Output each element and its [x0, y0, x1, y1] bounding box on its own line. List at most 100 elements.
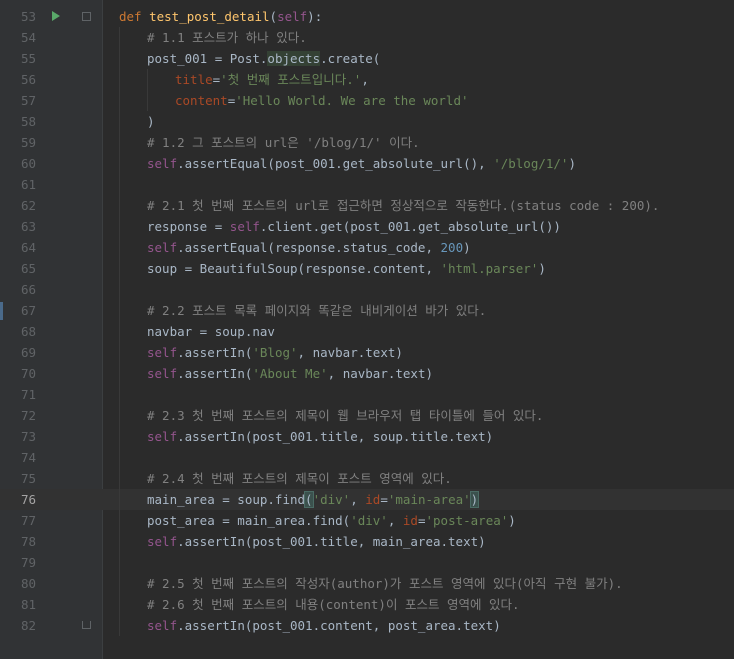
- code-text[interactable]: # 2.6 첫 번째 포스트의 내용(content)이 포스트 영역에 있다.: [103, 594, 734, 615]
- code-line[interactable]: 53 def test_post_detail(self):: [0, 6, 734, 27]
- run-test-icon[interactable]: [52, 11, 60, 21]
- code-line[interactable]: 82 self.assertIn(post_001.content, post_a…: [0, 615, 734, 636]
- code-line[interactable]: 80 # 2.5 첫 번째 포스트의 작성자(author)가 포스트 영역에 있…: [0, 573, 734, 594]
- code-line[interactable]: 70 self.assertIn('About Me', navbar.text): [0, 363, 734, 384]
- code-line[interactable]: 72 # 2.3 첫 번째 포스트의 제목이 웹 브라우저 탭 타이틀에 들어 있…: [0, 405, 734, 426]
- code-editor[interactable]: 53 def test_post_detail(self): 54 # 1.1 포스트…: [0, 0, 734, 659]
- line-number[interactable]: 75: [0, 468, 36, 489]
- code-line[interactable]: 64 self.assertEqual(response.status_code,…: [0, 237, 734, 258]
- code-line[interactable]: 57 content='Hello World. We are the world…: [0, 90, 734, 111]
- code-text[interactable]: main_area = soup.find('div', id='main-ar…: [103, 489, 734, 510]
- code-line[interactable]: 71: [0, 384, 734, 405]
- code-text[interactable]: content='Hello World. We are the world': [103, 90, 734, 111]
- line-number[interactable]: 74: [0, 447, 36, 468]
- code-line[interactable]: 78 self.assertIn(post_001.title, main_are…: [0, 531, 734, 552]
- code-text[interactable]: soup = BeautifulSoup(response.content, '…: [103, 258, 734, 279]
- code-line[interactable]: 69 self.assertIn('Blog', navbar.text): [0, 342, 734, 363]
- line-number[interactable]: 73: [0, 426, 36, 447]
- code-text[interactable]: self.assertIn(post_001.title, soup.title…: [103, 426, 734, 447]
- code-line[interactable]: 55 post_001 = Post.objects.create(: [0, 48, 734, 69]
- line-number[interactable]: 55: [0, 48, 36, 69]
- line-number[interactable]: 67: [0, 300, 36, 321]
- code-line[interactable]: 76 main_area = soup.find('div', id='main-…: [0, 489, 734, 510]
- code-text[interactable]: # 2.1 첫 번째 포스트의 url로 접근하면 정상적으로 작동한다.(st…: [103, 195, 734, 216]
- code-text[interactable]: self.assertEqual(response.status_code, 2…: [103, 237, 734, 258]
- code-text[interactable]: self.assertIn(post_001.content, post_are…: [103, 615, 734, 636]
- code-text[interactable]: # 2.3 첫 번째 포스트의 제목이 웹 브라우저 탭 타이틀에 들어 있다.: [103, 405, 734, 426]
- code-token: 200: [440, 240, 464, 255]
- code-line[interactable]: 66: [0, 279, 734, 300]
- code-text[interactable]: response = self.client.get(post_001.get_…: [103, 216, 734, 237]
- code-text[interactable]: post_area = main_area.find('div', id='po…: [103, 510, 734, 531]
- line-number[interactable]: 81: [0, 594, 36, 615]
- code-text[interactable]: self.assertIn('Blog', navbar.text): [103, 342, 734, 363]
- code-text[interactable]: title='첫 번째 포스트입니다.',: [103, 69, 734, 90]
- code-line[interactable]: 58): [0, 111, 734, 132]
- line-number[interactable]: 56: [0, 69, 36, 90]
- code-line[interactable]: 61: [0, 174, 734, 195]
- line-number[interactable]: 53: [0, 6, 36, 27]
- line-number[interactable]: 60: [0, 153, 36, 174]
- code-line[interactable]: 63 response = self.client.get(post_001.ge…: [0, 216, 734, 237]
- line-number[interactable]: 69: [0, 342, 36, 363]
- code-text[interactable]: # 2.2 포스트 목록 페이지와 똑같은 내비게이션 바가 있다.: [103, 300, 734, 321]
- code-text[interactable]: # 1.2 그 포스트의 url은 '/blog/1/' 이다.: [103, 132, 734, 153]
- code-text[interactable]: [103, 279, 734, 300]
- line-number[interactable]: 71: [0, 384, 36, 405]
- code-line[interactable]: 54 # 1.1 포스트가 하나 있다.: [0, 27, 734, 48]
- code-text[interactable]: self.assertIn('About Me', navbar.text): [103, 363, 734, 384]
- line-number[interactable]: 78: [0, 531, 36, 552]
- line-number[interactable]: 61: [0, 174, 36, 195]
- line-number[interactable]: 82: [0, 615, 36, 636]
- line-number[interactable]: 59: [0, 132, 36, 153]
- line-number[interactable]: 65: [0, 258, 36, 279]
- code-line[interactable]: 74: [0, 447, 734, 468]
- code-text[interactable]: def test_post_detail(self):: [103, 6, 734, 27]
- line-number[interactable]: 57: [0, 90, 36, 111]
- code-text[interactable]: navbar = soup.nav: [103, 321, 734, 342]
- line-number[interactable]: 79: [0, 552, 36, 573]
- code-text[interactable]: ): [103, 111, 734, 132]
- line-number[interactable]: 58: [0, 111, 36, 132]
- line-number[interactable]: 70: [0, 363, 36, 384]
- code-text[interactable]: self.assertEqual(post_001.get_absolute_u…: [103, 153, 734, 174]
- code-text[interactable]: [103, 447, 734, 468]
- code-text[interactable]: # 1.1 포스트가 하나 있다.: [103, 27, 734, 48]
- code-line[interactable]: 77 post_area = main_area.find('div', id='…: [0, 510, 734, 531]
- code-token: 'html.parser': [440, 261, 539, 276]
- code-line[interactable]: 62 # 2.1 첫 번째 포스트의 url로 접근하면 정상적으로 작동한다.(…: [0, 195, 734, 216]
- line-number[interactable]: 68: [0, 321, 36, 342]
- code-text[interactable]: [103, 384, 734, 405]
- line-number[interactable]: 77: [0, 510, 36, 531]
- code-token: test_post_detail: [149, 9, 270, 24]
- code-token: navbar = soup.nav: [147, 324, 275, 339]
- line-number[interactable]: 54: [0, 27, 36, 48]
- code-line[interactable]: 75 # 2.4 첫 번째 포스트의 제목이 포스트 영역에 있다.: [0, 468, 734, 489]
- code-text[interactable]: self.assertIn(post_001.title, main_area.…: [103, 531, 734, 552]
- line-number[interactable]: 80: [0, 573, 36, 594]
- fold-icon[interactable]: [82, 12, 91, 21]
- line-number[interactable]: 72: [0, 405, 36, 426]
- code-text[interactable]: # 2.4 첫 번째 포스트의 제목이 포스트 영역에 있다.: [103, 468, 734, 489]
- line-number[interactable]: 66: [0, 279, 36, 300]
- line-number[interactable]: 64: [0, 237, 36, 258]
- code-line[interactable]: 60 self.assertEqual(post_001.get_absolute…: [0, 153, 734, 174]
- code-text[interactable]: post_001 = Post.objects.create(: [103, 48, 734, 69]
- code-line[interactable]: 59 # 1.2 그 포스트의 url은 '/blog/1/' 이다.: [0, 132, 734, 153]
- fold-end-icon[interactable]: [82, 621, 91, 629]
- code-text[interactable]: [103, 552, 734, 573]
- line-number[interactable]: 76: [0, 489, 36, 510]
- code-token: post_001 = Post.: [147, 51, 268, 66]
- code-text[interactable]: # 2.5 첫 번째 포스트의 작성자(author)가 포스트 영역에 있다(…: [103, 573, 734, 594]
- code-line[interactable]: 79: [0, 552, 734, 573]
- line-number[interactable]: 63: [0, 216, 36, 237]
- code-token: # 2.2 포스트 목록 페이지와 똑같은 내비게이션 바가 있다.: [147, 303, 487, 318]
- code-line[interactable]: 56 title='첫 번째 포스트입니다.',: [0, 69, 734, 90]
- code-line[interactable]: 81 # 2.6 첫 번째 포스트의 내용(content)이 포스트 영역에 있…: [0, 594, 734, 615]
- code-line[interactable]: 65 soup = BeautifulSoup(response.content,…: [0, 258, 734, 279]
- code-line[interactable]: 73 self.assertIn(post_001.title, soup.tit…: [0, 426, 734, 447]
- line-number[interactable]: 62: [0, 195, 36, 216]
- code-line[interactable]: 68 navbar = soup.nav: [0, 321, 734, 342]
- code-line[interactable]: 67 # 2.2 포스트 목록 페이지와 똑같은 내비게이션 바가 있다.: [0, 300, 734, 321]
- code-text[interactable]: [103, 174, 734, 195]
